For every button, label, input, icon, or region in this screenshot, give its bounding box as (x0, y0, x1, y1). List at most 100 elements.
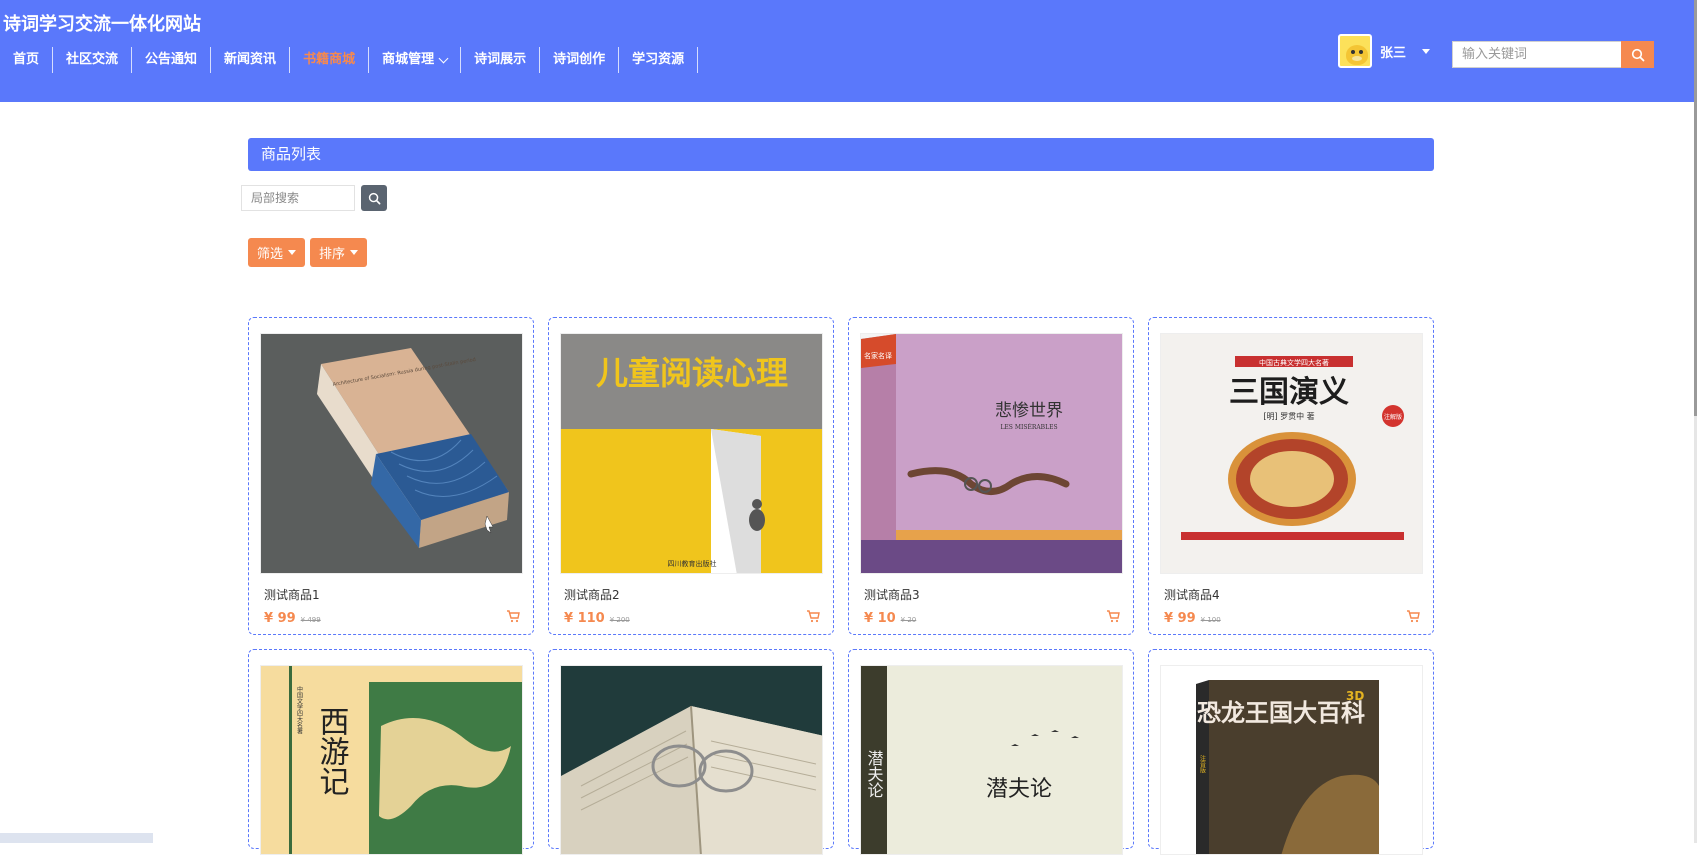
product-image[interactable]: 儿童阅读心理 四川教育出版社 (560, 333, 823, 574)
sort-dropdown-button[interactable]: 排序 (310, 238, 368, 267)
product-original-price: ¥ 20 (900, 616, 917, 624)
product-price: ¥ 10 (864, 611, 896, 626)
local-search-button[interactable] (361, 185, 387, 211)
nav-item-community[interactable]: 社区交流 (53, 47, 133, 73)
nav-item-poetry-display[interactable]: 诗词展示 (461, 47, 541, 73)
product-original-price: ¥ 100 (1200, 616, 1221, 624)
cover-title: 恐龙王国大百科 (1197, 699, 1365, 727)
browser-status-bar (0, 833, 153, 843)
product-image[interactable]: 名家名译 悲惨世界 LES MISÉRABLES (860, 333, 1123, 574)
sort-label: 排序 (319, 247, 346, 262)
caret-down-icon (288, 250, 297, 255)
product-card[interactable]: 名家名译 悲惨世界 LES MISÉRABLES 测试商品3 ¥ 10 ¥ 20 (848, 317, 1134, 635)
cart-icon[interactable] (1406, 609, 1420, 623)
cover-badge: 名家名译 (864, 351, 892, 360)
main-nav: 首页 社区交流 公告通知 新闻资讯 书籍商城 商城管理 诗词展示 诗词创作 学习… (0, 47, 699, 73)
product-image[interactable]: 中国古典文学四大名著 三国演义 [明] 罗贯中 著 注解版 (1160, 333, 1423, 574)
header-search (1452, 41, 1654, 68)
book-cover-architecture: Architecture of Socialism: Russia during… (317, 348, 509, 548)
product-card[interactable]: 潜夫论 潜夫论 (848, 649, 1134, 855)
caret-down-icon[interactable] (1422, 48, 1431, 54)
cover-subtitle: LES MISÉRABLES (1000, 423, 1057, 431)
product-name[interactable]: 测试商品3 (864, 586, 1122, 603)
cart-icon[interactable] (806, 609, 820, 623)
book-cover-children-reading: 儿童阅读心理 四川教育出版社 (561, 334, 822, 573)
local-search-input[interactable] (241, 185, 355, 211)
header-search-input[interactable] (1452, 41, 1621, 68)
product-card[interactable] (548, 649, 834, 855)
product-card[interactable]: 中国文学四大名著 西游记 (248, 649, 534, 855)
product-original-price: ¥ 499 (300, 616, 321, 624)
nav-label: 诗词创作 (553, 52, 606, 67)
product-image[interactable]: 中国文学四大名著 西游记 (260, 665, 523, 855)
nav-item-poetry-creation[interactable]: 诗词创作 (540, 47, 620, 73)
cover-title: 儿童阅读心理 (596, 354, 788, 392)
book-cover-qianfulun: 潜夫论 潜夫论 (861, 666, 1122, 854)
site-title: 诗词学习交流一体化网站 (3, 14, 201, 35)
price-row: ¥ 99 ¥ 100 (1164, 609, 1422, 626)
product-image[interactable]: Architecture of Socialism: Russia during… (260, 333, 523, 574)
cart-icon[interactable] (506, 609, 520, 623)
book-open-glasses-photo (561, 666, 822, 854)
product-price: ¥ 99 (1164, 611, 1196, 626)
price-row: ¥ 10 ¥ 20 (864, 609, 1122, 626)
nav-label: 公告通知 (145, 52, 198, 67)
nav-item-news[interactable]: 新闻资讯 (211, 47, 291, 73)
book-cover-journey-west: 中国文学四大名著 西游记 (261, 666, 522, 854)
search-icon (1631, 48, 1644, 61)
chevron-down-icon (438, 53, 449, 63)
cover-publisher: 四川教育出版社 (668, 559, 717, 568)
product-original-price: ¥ 200 (609, 616, 630, 624)
cover-title: 三国演义 (1229, 375, 1349, 410)
product-card[interactable]: 恐龙王国大百科 3D 注音版 (1148, 649, 1434, 855)
nav-item-store-management[interactable]: 商城管理 (369, 47, 462, 73)
cover-title: 潜夫论 (986, 777, 1052, 802)
cover-stamp: 注音版 (1199, 754, 1206, 774)
nav-item-announcements[interactable]: 公告通知 (132, 47, 212, 73)
cover-stamp: 注解版 (1384, 413, 1402, 421)
nav-item-bookstore[interactable]: 书籍商城 (290, 47, 370, 73)
cart-icon[interactable] (1106, 609, 1120, 623)
product-name[interactable]: 测试商品4 (1164, 586, 1422, 603)
local-search (241, 185, 387, 211)
cover-title: 西游记 (314, 706, 349, 796)
username[interactable]: 张三 (1380, 42, 1406, 61)
product-image[interactable]: 潜夫论 潜夫论 (860, 665, 1123, 855)
product-image[interactable] (560, 665, 823, 855)
nav-label: 书籍商城 (303, 52, 356, 67)
cover-title: 悲惨世界 (995, 401, 1063, 421)
cover-badge: 3D (1346, 689, 1364, 703)
nav-label: 诗词展示 (474, 52, 527, 67)
avatar-eye (1359, 50, 1363, 54)
avatar[interactable] (1338, 34, 1372, 68)
cover-spine-title: 潜夫论 (865, 750, 884, 798)
nav-label: 新闻资讯 (224, 52, 277, 67)
user-menu[interactable]: 张三 (1338, 34, 1431, 68)
price-row: ¥ 99 ¥ 499 (264, 609, 522, 626)
book-cover-three-kingdoms: 中国古典文学四大名著 三国演义 [明] 罗贯中 著 注解版 (1161, 334, 1422, 573)
cover-series: 中国古典文学四大名著 (1259, 358, 1329, 367)
nav-label: 社区交流 (66, 52, 119, 67)
cover-series: 中国文学四大名著 (296, 685, 303, 735)
product-name[interactable]: 测试商品2 (564, 586, 822, 603)
price-row: ¥ 110 ¥ 200 (564, 609, 822, 626)
nav-item-home[interactable]: 首页 (0, 47, 54, 73)
product-name[interactable]: 测试商品1 (264, 586, 522, 603)
product-card[interactable]: Architecture of Socialism: Russia during… (248, 317, 534, 635)
nav-label: 首页 (13, 52, 40, 67)
avatar-beak (1352, 56, 1362, 61)
filter-dropdown-button[interactable]: 筛选 (248, 238, 306, 267)
top-header: 诗词学习交流一体化网站 首页 社区交流 公告通知 新闻资讯 书籍商城 商城管理 … (0, 0, 1697, 102)
nav-label: 商城管理 (382, 52, 435, 67)
product-image[interactable]: 恐龙王国大百科 3D 注音版 (1160, 665, 1423, 855)
section-title: 商品列表 (248, 138, 1434, 171)
product-card[interactable]: 中国古典文学四大名著 三国演义 [明] 罗贯中 著 注解版 测试商品4 ¥ 99… (1148, 317, 1434, 635)
header-search-button[interactable] (1621, 41, 1654, 68)
product-price: ¥ 110 (564, 611, 605, 626)
book-cover-dinosaur-encyclopedia: 恐龙王国大百科 3D 注音版 (1161, 666, 1422, 854)
product-card[interactable]: 儿童阅读心理 四川教育出版社 测试商品2 ¥ 110 ¥ 200 (548, 317, 834, 635)
nav-item-learning-resources[interactable]: 学习资源 (619, 47, 699, 73)
filter-label: 筛选 (257, 247, 284, 262)
search-icon (368, 192, 380, 204)
caret-down-icon (350, 250, 359, 255)
